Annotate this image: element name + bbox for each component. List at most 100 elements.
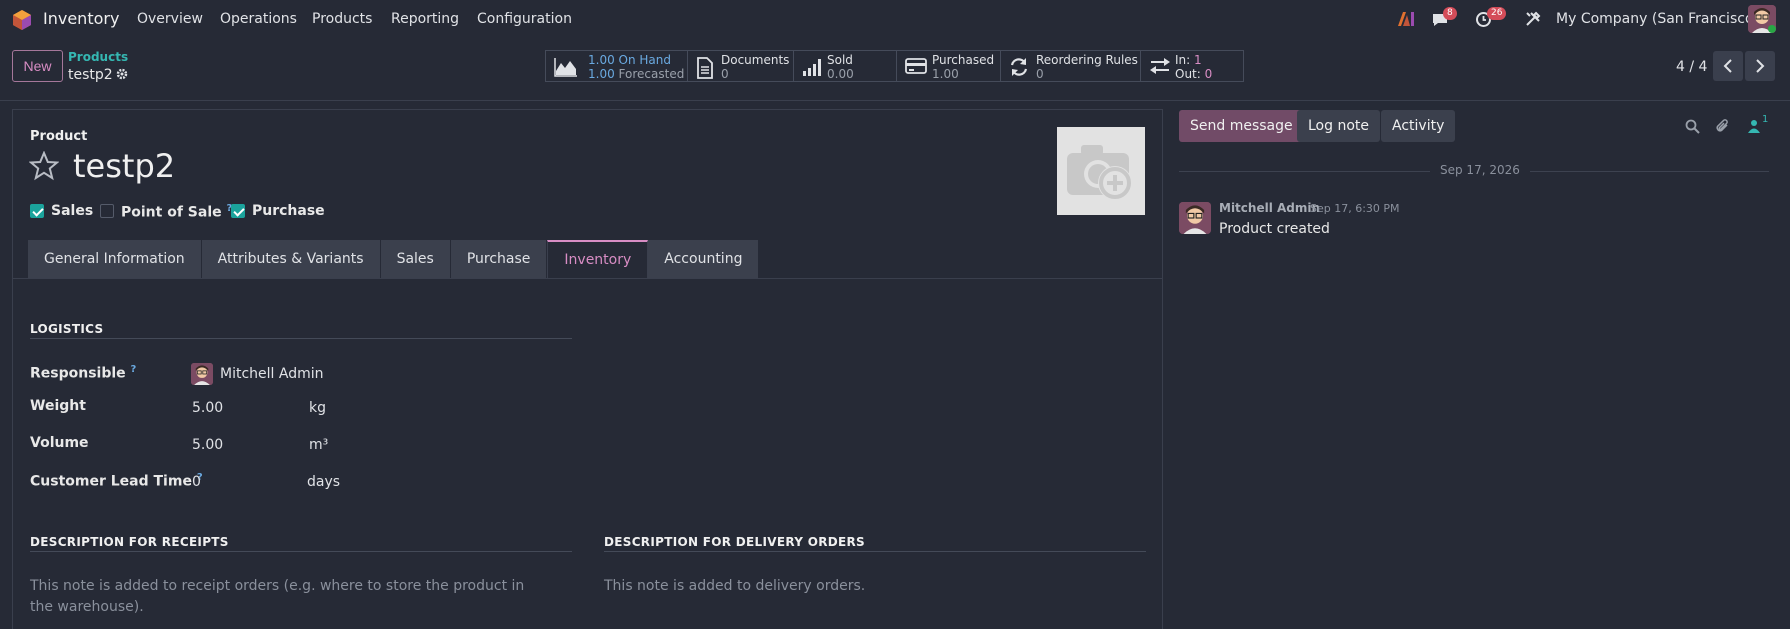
receipts-section-title: DESCRIPTION FOR RECEIPTS <box>30 535 229 549</box>
purchased-smart-button[interactable]: Purchased 1.00 <box>896 50 1001 82</box>
tab-divider <box>13 278 1162 279</box>
message-author-avatar[interactable] <box>1179 202 1211 234</box>
documents-label: Documents <box>721 53 790 67</box>
tab-general-information[interactable]: General Information <box>28 240 202 278</box>
company-switcher[interactable]: My Company (San Francisco) <box>1556 11 1759 27</box>
refresh-icon <box>1010 58 1028 76</box>
in-label: In: <box>1175 53 1191 67</box>
message-body: Product created <box>1219 221 1330 237</box>
responsible-help-icon[interactable]: ? <box>131 364 137 375</box>
messages-badge: 8 <box>1443 7 1457 20</box>
sold-label: Sold <box>827 53 853 67</box>
credit-card-icon <box>905 58 927 74</box>
point-of-sale-label[interactable]: Point of Sale <box>121 205 222 221</box>
signal-bars-icon <box>803 59 821 76</box>
documents-smart-button[interactable]: Documents 0 <box>687 50 794 82</box>
delivery-divider <box>604 551 1146 552</box>
purchase-checkbox[interactable] <box>231 204 245 218</box>
volume-label: Volume <box>30 435 89 451</box>
weight-field[interactable]: 5.00 <box>192 400 223 416</box>
activities-badge: 26 <box>1487 7 1507 20</box>
out-value: 0 <box>1204 67 1213 81</box>
logistics-divider <box>30 338 572 339</box>
chatter-panel: Send message Log note Activity 1 Sep 17,… <box>1170 101 1790 629</box>
menu-overview[interactable]: Overview <box>137 11 203 27</box>
receipts-divider <box>30 551 572 552</box>
message-author[interactable]: Mitchell Admin <box>1219 201 1320 215</box>
forecast-label: Forecasted <box>618 67 685 81</box>
add-photo-icon <box>1067 145 1132 200</box>
menu-operations[interactable]: Operations <box>220 11 297 27</box>
receipts-description-field[interactable]: This note is added to receipt orders (e.… <box>30 576 530 618</box>
notebook-tabs: General Information Attributes & Variant… <box>28 240 760 278</box>
activity-button[interactable]: Activity <box>1381 110 1456 142</box>
tab-attributes-variants[interactable]: Attributes & Variants <box>201 240 381 278</box>
product-form-sheet: Product testp2 Sales Point of Sale ? Pur… <box>12 109 1163 629</box>
tab-purchase[interactable]: Purchase <box>450 240 548 278</box>
send-message-button[interactable]: Send message <box>1179 110 1304 142</box>
new-button[interactable]: New <box>12 50 63 82</box>
menu-reporting[interactable]: Reporting <box>391 11 459 27</box>
tools-icon[interactable] <box>1525 11 1541 27</box>
in-out-smart-button[interactable]: In: 1 Out: 0 <box>1140 50 1244 82</box>
pager-previous-button[interactable] <box>1713 51 1743 81</box>
forecast-value: 1.00 <box>588 67 615 81</box>
app-name[interactable]: Inventory <box>43 9 119 28</box>
user-avatar[interactable] <box>1748 5 1776 33</box>
responsible-field[interactable]: Mitchell Admin <box>220 366 324 382</box>
pager-value[interactable]: 4 / 4 <box>1676 59 1707 75</box>
product-image[interactable] <box>1057 127 1145 215</box>
product-label: Product <box>30 129 88 144</box>
paperclip-icon[interactable] <box>1715 118 1730 134</box>
message-time: Sep 17, 6:30 PM <box>1310 202 1400 215</box>
ai-icon[interactable] <box>1397 11 1415 27</box>
menu-configuration[interactable]: Configuration <box>477 11 572 27</box>
responsible-avatar <box>191 363 213 385</box>
favorite-star-icon[interactable] <box>29 151 59 181</box>
menu-products[interactable]: Products <box>312 11 372 27</box>
responsible-label: Responsible <box>30 365 126 382</box>
tab-inventory[interactable]: Inventory <box>547 240 649 278</box>
chevron-right-icon <box>1756 59 1765 73</box>
purchase-checkbox-label[interactable]: Purchase <box>252 203 325 219</box>
online-status-dot <box>1768 25 1776 33</box>
out-label: Out: <box>1175 67 1201 81</box>
log-note-button[interactable]: Log note <box>1297 110 1380 142</box>
weight-label: Weight <box>30 398 86 414</box>
followers-icon[interactable] <box>1748 119 1760 133</box>
onhand-label: On Hand <box>618 53 672 67</box>
pager-next-button[interactable] <box>1745 51 1775 81</box>
reordering-rules-smart-button[interactable]: Reordering Rules 0 <box>1000 50 1141 82</box>
exchange-icon <box>1150 58 1170 74</box>
sales-checkbox[interactable] <box>30 204 44 218</box>
onhand-value: 1.00 <box>588 53 615 67</box>
top-navbar: Inventory Overview Operations Products R… <box>0 0 1790 40</box>
sold-smart-button[interactable]: Sold 0.00 <box>793 50 897 82</box>
tab-sales[interactable]: Sales <box>380 240 451 278</box>
reordering-label: Reordering Rules <box>1036 53 1138 67</box>
reordering-value: 0 <box>1036 67 1044 81</box>
search-icon[interactable] <box>1685 119 1700 134</box>
onhand-smart-button[interactable]: 1.00 On Hand 1.00 Forecasted <box>545 50 688 82</box>
breadcrumb-products[interactable]: Products <box>68 50 128 64</box>
delivery-description-field[interactable]: This note is added to delivery orders. <box>604 576 1124 597</box>
volume-field[interactable]: 5.00 <box>192 437 223 453</box>
sold-value: 0.00 <box>827 67 854 81</box>
delivery-section-title: DESCRIPTION FOR DELIVERY ORDERS <box>604 535 865 549</box>
point-of-sale-checkbox[interactable] <box>100 204 114 218</box>
gear-icon[interactable] <box>116 68 128 80</box>
weight-unit: kg <box>309 400 326 416</box>
tab-accounting[interactable]: Accounting <box>648 240 760 278</box>
logistics-section-title: LOGISTICS <box>30 322 104 336</box>
documents-value: 0 <box>721 67 729 81</box>
volume-unit: m³ <box>309 437 329 453</box>
control-panel: New Products testp2 1.00 On Hand 1.00 Fo… <box>0 41 1790 101</box>
sales-checkbox-label[interactable]: Sales <box>51 203 93 219</box>
lead-time-field[interactable]: 0 <box>192 474 201 490</box>
breadcrumb-current: testp2 <box>68 67 113 83</box>
inventory-app-icon[interactable] <box>12 9 32 31</box>
message-date: Sep 17, 2026 <box>1430 163 1530 177</box>
document-icon <box>697 57 713 79</box>
chevron-left-icon <box>1723 59 1732 73</box>
product-name[interactable]: testp2 <box>73 147 175 185</box>
